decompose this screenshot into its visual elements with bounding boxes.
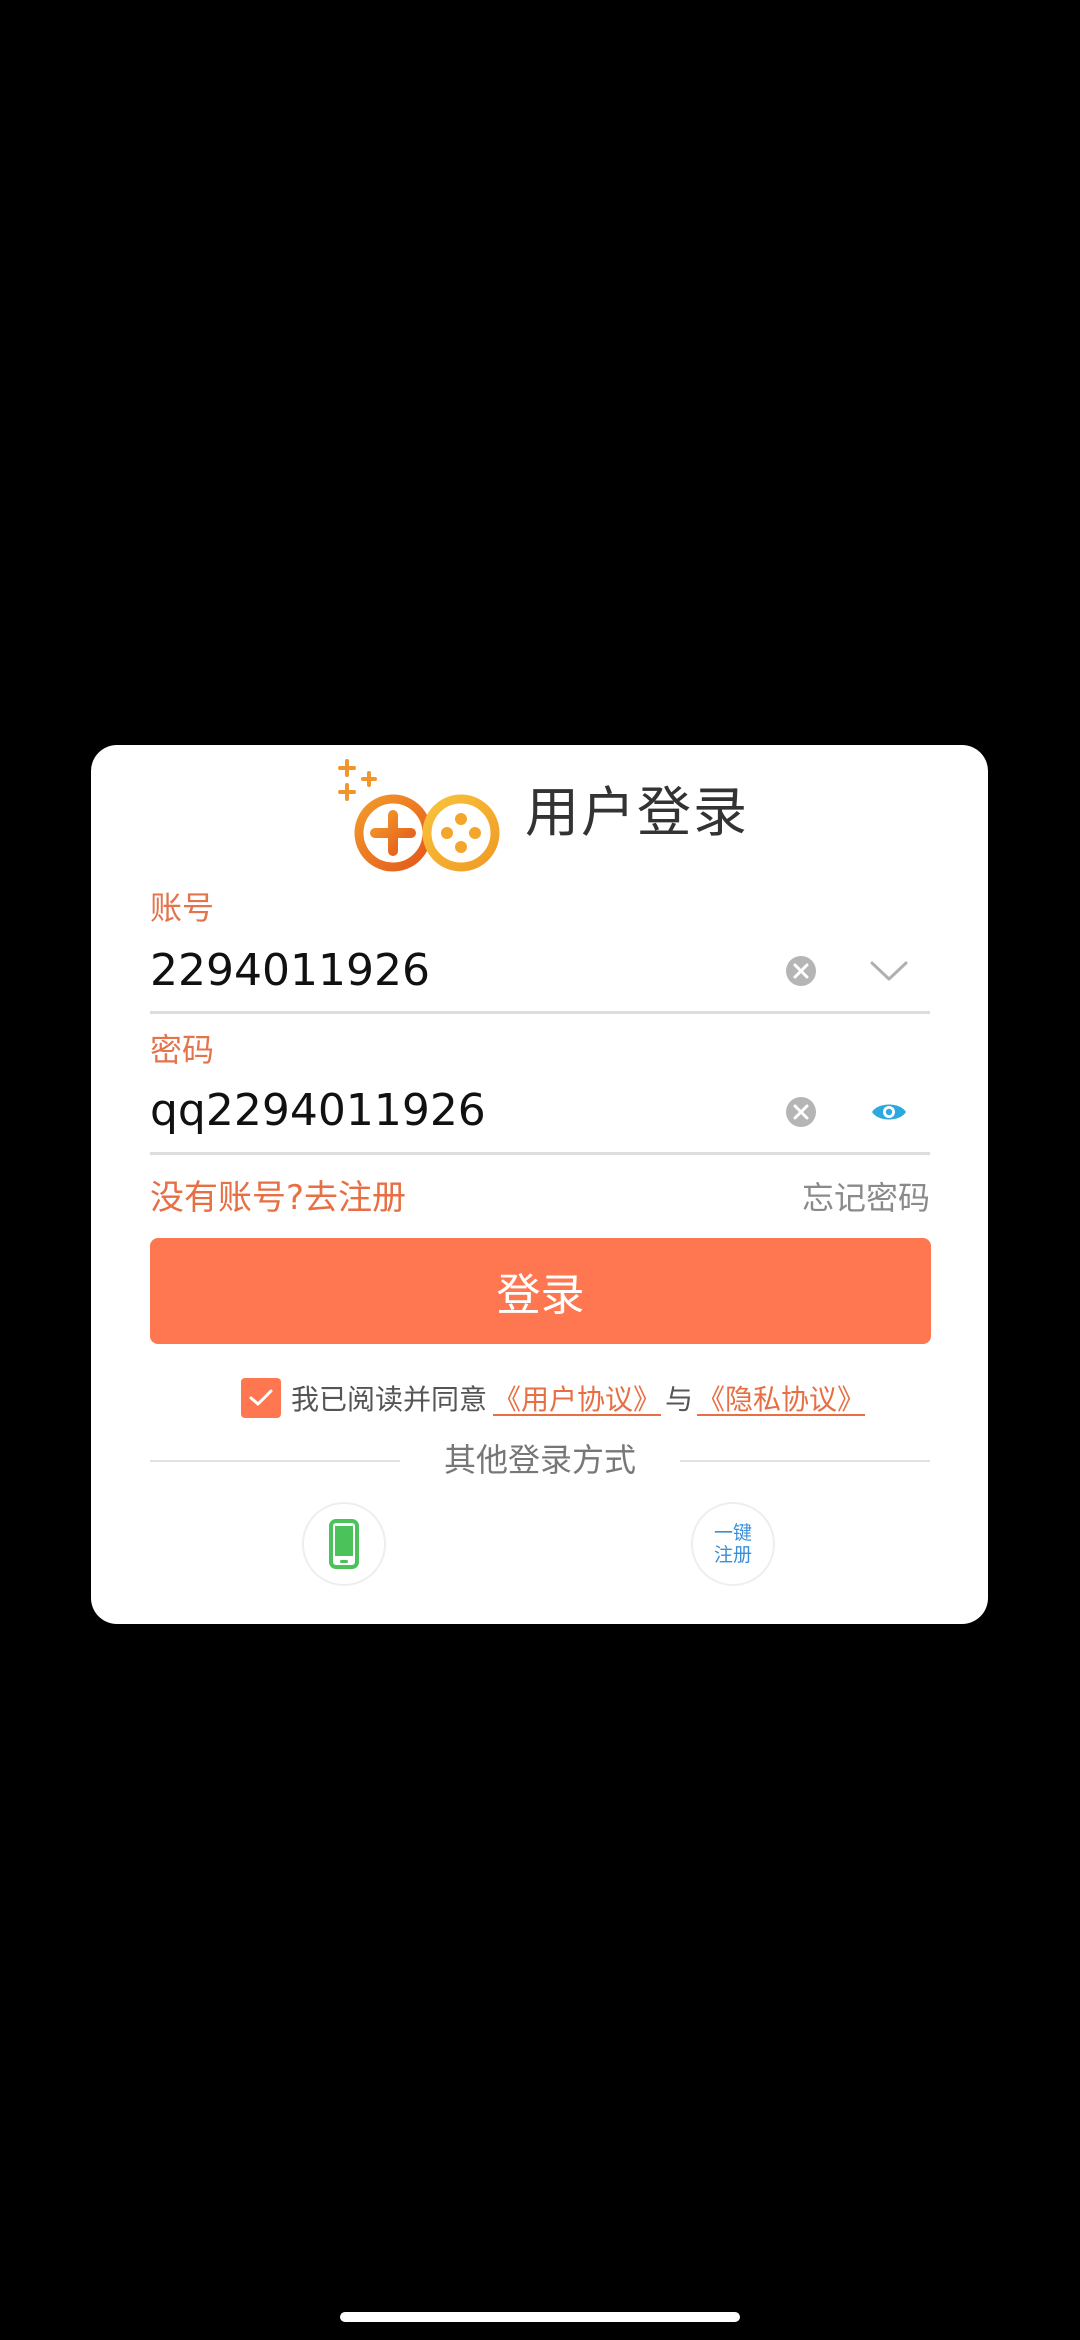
quick-register-line1: 一键 (713, 1522, 752, 1544)
dialog-title: 用户登录 (525, 781, 749, 844)
password-visibility-button[interactable] (864, 1087, 914, 1137)
password-clear-button[interactable] (776, 1087, 826, 1137)
password-underline (150, 1152, 930, 1155)
login-dialog: 用户登录 账号 2294011926 密码 qq2294011926 没有账号?… (91, 745, 988, 1624)
agreement-text: 我已阅读并同意 (291, 1383, 488, 1416)
phone-icon (329, 1519, 359, 1569)
screen: 用户登录 账号 2294011926 密码 qq2294011926 没有账号?… (0, 0, 1080, 2340)
account-underline (150, 1011, 930, 1014)
quick-register-label: 一键 注册 (705, 1522, 761, 1566)
home-indicator[interactable] (340, 2312, 740, 2322)
clear-icon (786, 956, 816, 986)
password-label: 密码 (150, 1031, 215, 1069)
agreement-row: 我已阅读并同意 《用户协议》 与 《隐私协议》 (241, 1375, 865, 1421)
agreement-checkbox[interactable] (241, 1378, 281, 1418)
other-login-divider: 其他登录方式 (150, 1435, 930, 1485)
forgot-password-link[interactable]: 忘记密码 (802, 1175, 930, 1221)
agreement-and-text: 与 (665, 1383, 694, 1416)
clear-icon (786, 1097, 816, 1127)
links-row: 没有账号?去注册 忘记密码 (150, 1175, 930, 1221)
account-label: 账号 (150, 889, 215, 927)
checkmark-icon (249, 1389, 273, 1406)
register-link[interactable]: 没有账号?去注册 (150, 1175, 406, 1221)
account-clear-button[interactable] (776, 946, 826, 996)
chevron-down-icon (870, 961, 908, 981)
divider-line-right (680, 1460, 930, 1462)
password-input[interactable]: qq2294011926 (150, 1083, 750, 1139)
eye-icon (872, 1104, 906, 1120)
phone-login-button[interactable] (302, 1502, 386, 1586)
account-dropdown-button[interactable] (864, 946, 914, 996)
login-button[interactable]: 登录 (150, 1238, 931, 1344)
quick-register-line2: 注册 (713, 1544, 752, 1566)
dialog-header: 用户登录 (91, 745, 988, 875)
privacy-protocol-link[interactable]: 《隐私协议》 (697, 1378, 865, 1418)
account-input[interactable]: 2294011926 (150, 943, 750, 999)
quick-register-button[interactable]: 一键 注册 (691, 1502, 775, 1586)
user-protocol-link[interactable]: 《用户协议》 (493, 1378, 661, 1418)
